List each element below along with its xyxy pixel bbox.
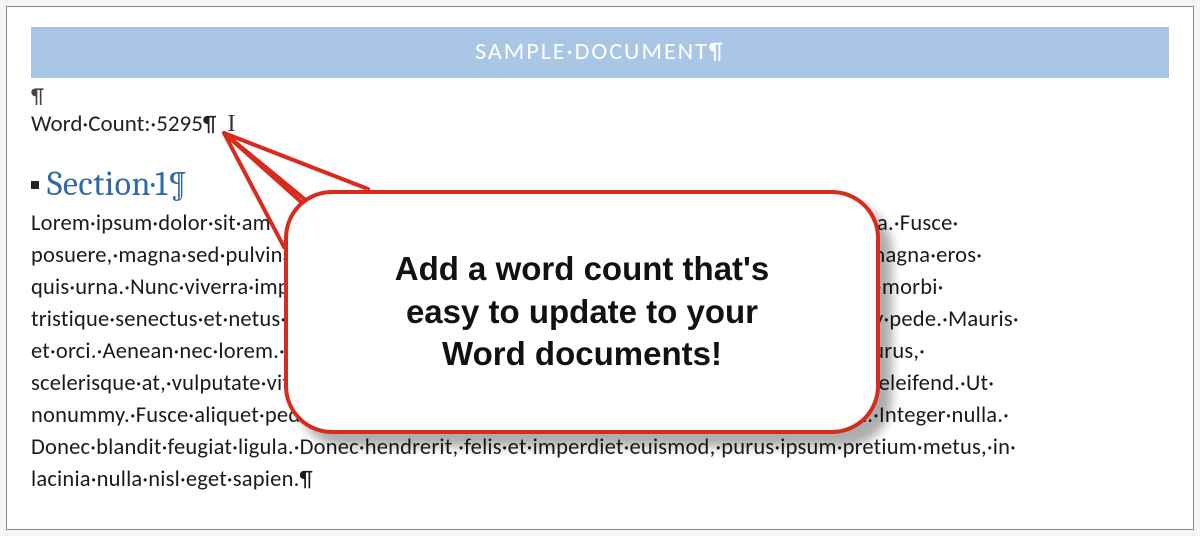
title-text: SAMPLE·DOCUMENT¶ (475, 37, 725, 66)
pilcrow-mark: ¶ (31, 82, 44, 109)
text-cursor-icon: I (228, 111, 236, 137)
section-heading-text: Section·1¶ (47, 164, 188, 204)
document-title-banner: SAMPLE·DOCUMENT¶ (31, 27, 1169, 78)
section-heading-row: Section·1¶ (31, 164, 1169, 204)
empty-paragraph: ¶ (31, 84, 1169, 108)
word-count-text: Word·Count:·5295¶ (31, 110, 216, 138)
section-heading[interactable]: Section·1¶ (47, 164, 188, 204)
section-collapse-marker-icon[interactable] (31, 181, 39, 189)
word-count-line[interactable]: Word·Count:·5295¶ I (31, 110, 1169, 138)
section-body[interactable]: Lorem·ipsum·dolor·sit·amet,·consectetuer… (31, 208, 1169, 495)
document-page: SAMPLE·DOCUMENT¶ ¶ Word·Count:·5295¶ I S… (6, 6, 1194, 530)
section-body-text: Lorem·ipsum·dolor·sit·amet,·consectetuer… (31, 210, 1019, 493)
